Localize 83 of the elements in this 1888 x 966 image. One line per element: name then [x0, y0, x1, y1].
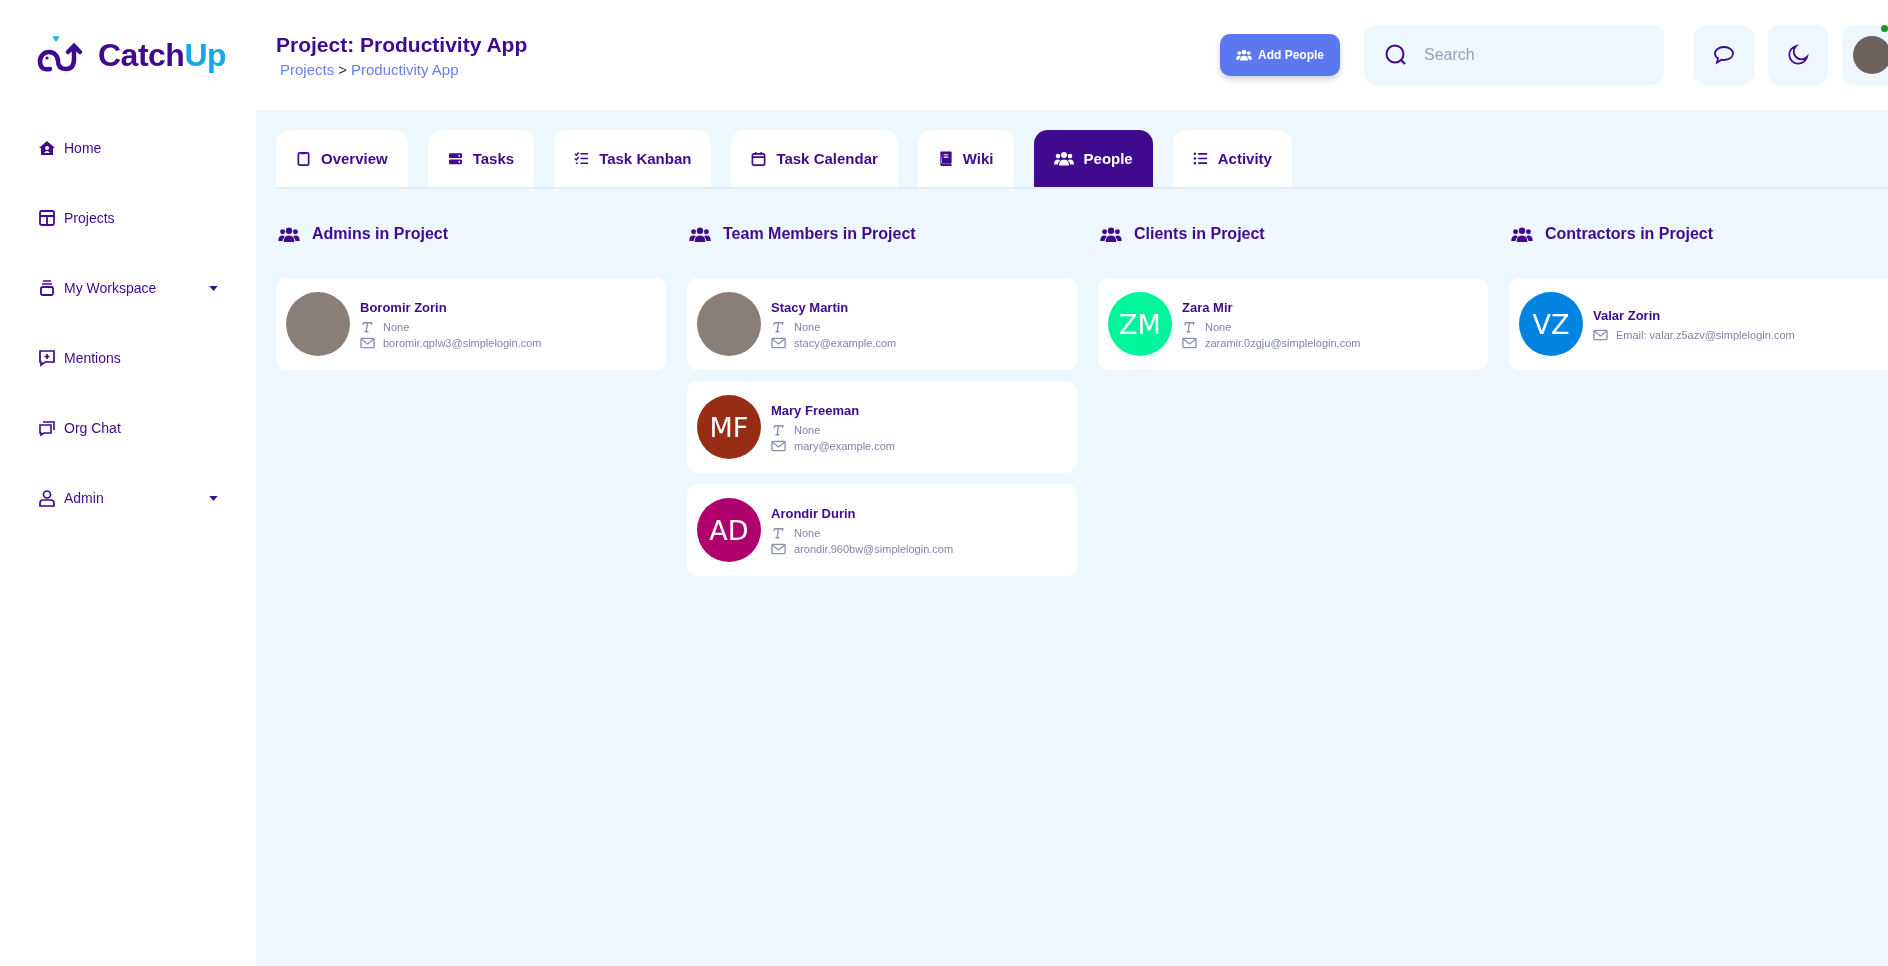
- person-name: Stacy Martin: [771, 299, 850, 315]
- text-icon: [771, 320, 786, 333]
- section-title: Clients in Project: [1134, 225, 1265, 243]
- initials-avatar: MF: [697, 395, 761, 459]
- server-icon: [447, 151, 463, 166]
- tab[interactable]: Task Calendar: [731, 130, 898, 187]
- chat-button[interactable]: [1694, 25, 1754, 85]
- mail-icon: [1182, 336, 1197, 349]
- mail-icon: [360, 336, 375, 349]
- breadcrumb-link[interactable]: Productivity App: [350, 60, 459, 78]
- dark-mode-button[interactable]: [1768, 25, 1828, 85]
- sidebar-item[interactable]: Admin: [38, 463, 256, 533]
- moon-icon: [1787, 44, 1809, 66]
- person-role: None: [794, 526, 821, 539]
- text-icon: [360, 320, 375, 333]
- person-name: Mary Freeman: [771, 402, 861, 418]
- tab[interactable]: Task Kanban: [554, 130, 712, 187]
- people-icon: [1511, 226, 1533, 242]
- people-icon: [278, 226, 300, 242]
- mail-icon: [1593, 328, 1608, 341]
- tab[interactable]: Overview: [276, 130, 408, 187]
- person-name: Arondir Durin: [771, 505, 857, 521]
- person-email: stacy@example.com: [794, 336, 897, 349]
- sidebar-item[interactable]: My Workspace: [38, 253, 256, 323]
- person-name: Boromir Zorin: [360, 299, 448, 315]
- initials-avatar: AD: [697, 498, 761, 562]
- breadcrumb-separator: >: [338, 60, 347, 78]
- person-name: Zara Mir: [1182, 299, 1234, 315]
- search-icon: [1384, 43, 1408, 67]
- section-title: Admins in Project: [312, 225, 449, 243]
- people-icon: [1100, 226, 1122, 242]
- mail-icon: [771, 336, 786, 349]
- tab[interactable]: Wiki: [917, 130, 1014, 187]
- person-email: boromir.qplw3@simplelogin.com: [383, 336, 542, 349]
- list-icon: [1192, 151, 1208, 166]
- people-icon: [1053, 151, 1074, 166]
- logo-text: CatchUp: [98, 36, 227, 74]
- user-avatar-button[interactable]: [1842, 25, 1888, 85]
- section-title: Team Members in Project: [723, 225, 916, 243]
- sidebar-item[interactable]: Projects: [38, 183, 256, 253]
- page-title: Project: Productivity App: [276, 32, 528, 57]
- add-people-button[interactable]: Add People: [1220, 34, 1340, 76]
- message-plus-icon: [38, 349, 56, 367]
- person-role: None: [794, 320, 821, 333]
- chat-icon: [38, 419, 56, 437]
- caret-icon: [209, 285, 218, 291]
- avatar-placeholder: [1853, 36, 1888, 74]
- person-role: None: [1205, 320, 1232, 333]
- person-email: Email: valar.z5azv@simplelogin.com: [1616, 328, 1795, 341]
- caret-icon: [209, 495, 218, 501]
- breadcrumb-link[interactable]: Projects: [280, 60, 335, 78]
- person-role: None: [383, 320, 410, 333]
- mail-icon: [771, 439, 786, 452]
- checklist-icon: [574, 151, 590, 166]
- user-icon: [38, 489, 56, 507]
- tab[interactable]: Activity: [1172, 130, 1292, 187]
- text-icon: [771, 423, 786, 436]
- tab[interactable]: People: [1033, 130, 1153, 187]
- person-email: mary@example.com: [794, 439, 896, 452]
- sidebar-item[interactable]: Home: [38, 113, 256, 183]
- initials-avatar: ZM: [1108, 292, 1172, 356]
- person-name: Valar Zorin: [1593, 307, 1662, 323]
- stack-icon: [38, 279, 56, 297]
- clipboard-icon: [296, 151, 311, 166]
- person-role: None: [794, 423, 821, 436]
- search-field[interactable]: Search: [1364, 25, 1664, 85]
- home-icon: [38, 139, 56, 157]
- text-icon: [771, 526, 786, 539]
- initials-avatar: VZ: [1519, 292, 1583, 356]
- people-icon: [1236, 49, 1252, 61]
- person-email: zaramir.0zgju@simplelogin.com: [1205, 336, 1361, 349]
- section-title: Contractors in Project: [1545, 225, 1714, 243]
- mail-icon: [771, 542, 786, 555]
- text-icon: [1182, 320, 1197, 333]
- speech-bubble-icon: [1713, 44, 1735, 66]
- tab[interactable]: Tasks: [427, 130, 535, 187]
- book-icon: [937, 151, 953, 166]
- person-email: arondir.960bw@simplelogin.com: [794, 542, 954, 555]
- calendar-icon: [751, 151, 767, 166]
- people-icon: [689, 226, 711, 242]
- layout-icon: [38, 209, 56, 227]
- sidebar-item[interactable]: Org Chat: [38, 393, 256, 463]
- sidebar-item[interactable]: Mentions: [38, 323, 256, 393]
